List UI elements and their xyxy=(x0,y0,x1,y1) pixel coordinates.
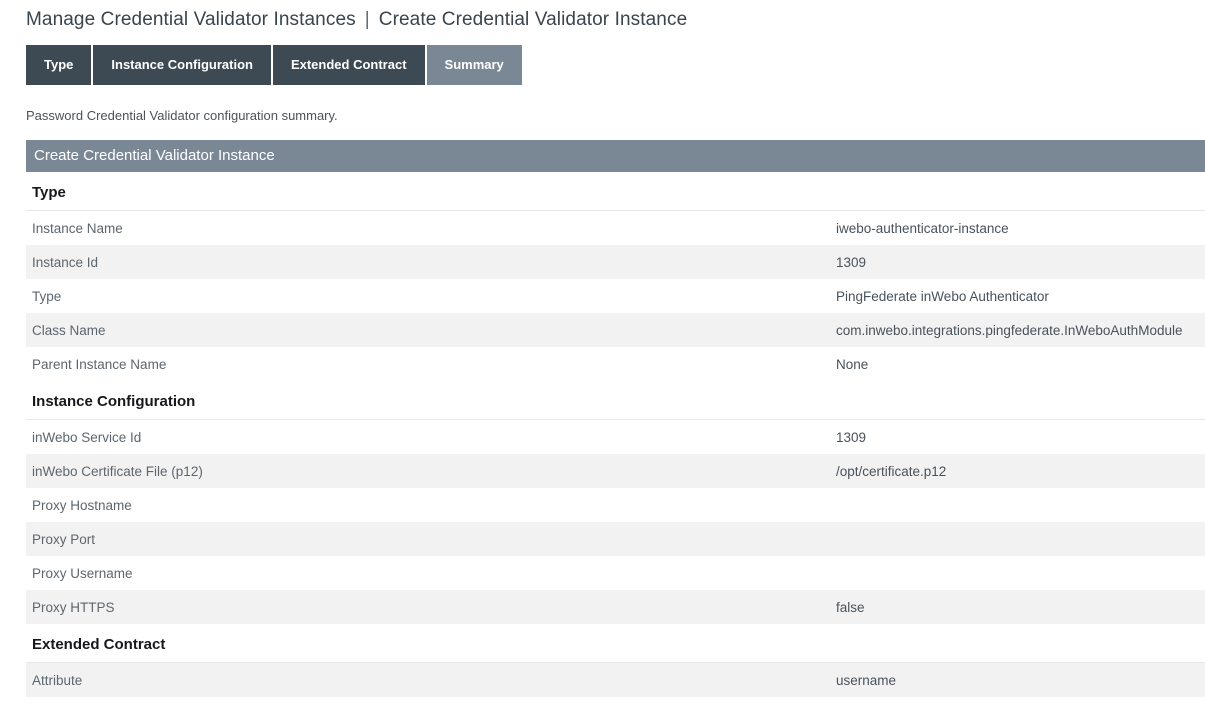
row-value: username xyxy=(836,673,896,688)
summary-row: Class Namecom.inwebo.integrations.pingfe… xyxy=(26,313,1205,347)
section-heading-extended-contract: Extended Contract xyxy=(26,624,1205,663)
panel-header: Create Credential Validator Instance xyxy=(26,140,1205,172)
row-label: inWebo Service Id xyxy=(32,430,836,445)
row-label: Parent Instance Name xyxy=(32,357,836,372)
row-label: Type xyxy=(32,289,836,304)
row-label: Proxy Username xyxy=(32,566,836,581)
row-label: Proxy Hostname xyxy=(32,498,836,513)
row-label: inWebo Certificate File (p12) xyxy=(32,464,836,479)
summary-description: Password Credential Validator configurat… xyxy=(26,108,1205,123)
tab-summary[interactable]: Summary xyxy=(427,45,522,85)
page-title-primary: Manage Credential Validator Instances xyxy=(26,9,356,30)
row-label: Proxy HTTPS xyxy=(32,600,836,615)
summary-row: Parent Instance NameNone xyxy=(26,347,1205,381)
row-label: Proxy Port xyxy=(32,532,836,547)
tab-type[interactable]: Type xyxy=(26,45,91,85)
summary-row: Instance Nameiwebo-authenticator-instanc… xyxy=(26,211,1205,245)
tab-extended-contract[interactable]: Extended Contract xyxy=(273,45,425,85)
tab-instance-configuration[interactable]: Instance Configuration xyxy=(93,45,271,85)
row-value: 1309 xyxy=(836,255,866,270)
row-value: com.inwebo.integrations.pingfederate.InW… xyxy=(836,323,1182,338)
row-label: Instance Id xyxy=(32,255,836,270)
summary-row: Proxy Hostname xyxy=(26,488,1205,522)
tab-bar: TypeInstance ConfigurationExtended Contr… xyxy=(26,45,1205,85)
row-value: iwebo-authenticator-instance xyxy=(836,221,1009,236)
row-value: 1309 xyxy=(836,430,866,445)
summary-sections: TypeInstance Nameiwebo-authenticator-ins… xyxy=(26,172,1205,697)
summary-row: TypePingFederate inWebo Authenticator xyxy=(26,279,1205,313)
page-title: Manage Credential Validator Instances | Cr… xyxy=(26,0,1205,31)
summary-row: Proxy Port xyxy=(26,522,1205,556)
row-value: PingFederate inWebo Authenticator xyxy=(836,289,1049,304)
row-value: None xyxy=(836,357,868,372)
section-heading-type: Type xyxy=(26,172,1205,211)
summary-row: Proxy Username xyxy=(26,556,1205,590)
summary-row: Attributeusername xyxy=(26,663,1205,697)
row-label: Attribute xyxy=(32,673,836,688)
panel-title: Create Credential Validator Instance xyxy=(34,147,275,164)
summary-row: Proxy HTTPSfalse xyxy=(26,590,1205,624)
summary-row: Instance Id1309 xyxy=(26,245,1205,279)
section-heading-instance-configuration: Instance Configuration xyxy=(26,381,1205,420)
summary-panel: Create Credential Validator Instance Typ… xyxy=(26,140,1205,697)
row-label: Class Name xyxy=(32,323,836,338)
summary-row: inWebo Certificate File (p12)/opt/certif… xyxy=(26,454,1205,488)
row-label: Instance Name xyxy=(32,221,836,236)
summary-row: inWebo Service Id1309 xyxy=(26,420,1205,454)
page: Manage Credential Validator Instances | Cr… xyxy=(0,0,1205,697)
row-value: false xyxy=(836,600,865,615)
title-separator: | xyxy=(365,9,370,30)
row-value: /opt/certificate.p12 xyxy=(836,464,946,479)
page-title-secondary: Create Credential Validator Instance xyxy=(379,9,687,30)
